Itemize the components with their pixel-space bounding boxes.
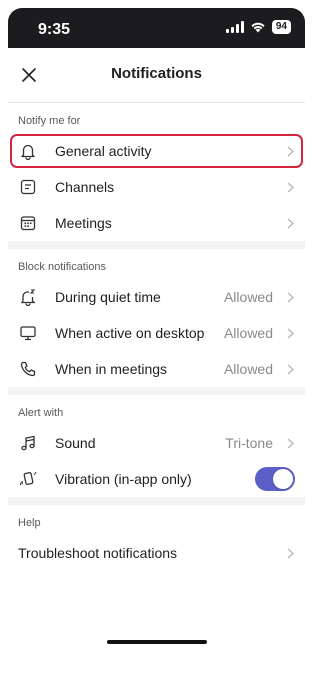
chevron-right-icon [287, 181, 295, 193]
row-label: When active on desktop [55, 325, 205, 341]
row-general-activity[interactable]: General activity [8, 133, 305, 169]
section-divider [8, 497, 305, 505]
toggle-knob [273, 469, 293, 489]
phone-icon [18, 359, 38, 379]
vibration-toggle[interactable] [255, 467, 295, 491]
status-time: 9:35 [38, 21, 71, 38]
row-troubleshoot[interactable]: Troubleshoot notifications [8, 535, 305, 571]
chevron-right-icon [287, 547, 295, 559]
row-quiet-time[interactable]: During quiet time Allowed [8, 279, 305, 315]
chevron-right-icon [287, 437, 295, 449]
row-in-meetings[interactable]: When in meetings Allowed [8, 351, 305, 387]
section-label-notify: Notify me for [18, 115, 81, 127]
status-bar: 9:35 94 [8, 8, 305, 48]
alert-section: Alert with Sound Tri-tone Vibration (in-… [8, 395, 305, 497]
battery-indicator: 94 [271, 20, 291, 34]
row-value: Allowed [223, 289, 273, 305]
signal-icon [225, 21, 244, 33]
music-note-icon [18, 433, 38, 453]
block-section: Block notifications During quiet time Al… [8, 249, 305, 387]
vibration-icon [18, 469, 38, 489]
bell-icon [18, 141, 38, 161]
row-label: When in meetings [55, 361, 168, 377]
home-indicator [107, 640, 207, 644]
row-vibration: Vibration (in-app only) [8, 461, 305, 497]
row-label: General activity [55, 143, 152, 159]
notify-section: Notify me for General activity Channels … [8, 103, 305, 241]
row-meetings[interactable]: Meetings [8, 205, 305, 241]
row-label: Sound [55, 435, 96, 451]
row-sound[interactable]: Sound Tri-tone [8, 425, 305, 461]
chevron-right-icon [287, 217, 295, 229]
help-section: Help Troubleshoot notifications [8, 505, 305, 571]
row-label: Troubleshoot notifications [18, 545, 178, 561]
row-active-desktop[interactable]: When active on desktop Allowed [8, 315, 305, 351]
wifi-icon [251, 22, 265, 33]
chevron-right-icon [287, 291, 295, 303]
row-label: Channels [55, 179, 115, 195]
section-label-alert: Alert with [18, 407, 64, 419]
channels-icon [18, 177, 38, 197]
row-label: Meetings [55, 215, 112, 231]
quiet-time-icon [18, 287, 38, 307]
status-icons: 94 [225, 20, 291, 34]
calendar-icon [18, 213, 38, 233]
section-label-help: Help [18, 517, 41, 529]
row-label: Vibration (in-app only) [55, 471, 192, 487]
header: Notifications [8, 48, 305, 103]
page-title: Notifications [111, 65, 202, 82]
section-divider [8, 241, 305, 249]
section-label-block: Block notifications [18, 261, 107, 273]
chevron-right-icon [287, 145, 295, 157]
row-label: During quiet time [55, 289, 161, 305]
section-divider [8, 387, 305, 395]
row-value: Allowed [223, 325, 273, 341]
row-value: Allowed [223, 361, 273, 377]
chevron-right-icon [287, 327, 295, 339]
settings-list: Notify me for General activity Channels … [8, 103, 305, 571]
chevron-right-icon [287, 363, 295, 375]
row-value: Tri-tone [225, 435, 273, 451]
row-channels[interactable]: Channels [8, 169, 305, 205]
desktop-icon [18, 323, 38, 343]
